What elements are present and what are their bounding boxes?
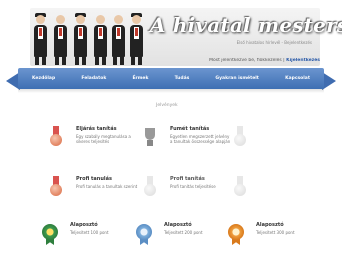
nav-item-knowledge[interactable]: Tudás [175, 76, 190, 81]
badge-desc: Egyetlen megszerzett jelvény a tanultak … [170, 134, 231, 144]
badge-name: Alaposztó [70, 222, 98, 228]
header-figures-illustration [32, 10, 147, 65]
badge-name: Fumét tanítás [170, 126, 210, 132]
ribbon-shadow [18, 89, 324, 93]
site-title: A hivatal mesters [150, 13, 342, 37]
locked-medal-icon [232, 126, 248, 150]
badge-name: Profi tanítás [170, 176, 205, 182]
nav-item-tasks[interactable]: Feladatok [81, 76, 106, 81]
login-text: Most jelentkezve be, fiókkezelés | [209, 58, 285, 63]
ribbon-right-tail [322, 72, 336, 90]
nav-item-home[interactable]: Kezdőlap [32, 76, 55, 81]
header-tagline: Első hivatalos hírlevél - Bejelentkezés [236, 40, 312, 45]
badge-desc: Teljesített 100 pont [70, 230, 109, 235]
medal-icon [48, 126, 64, 150]
badge-desc: Profi tanítás teljesítése [170, 184, 216, 189]
logout-link[interactable]: Kijelentkezés [286, 58, 320, 63]
locked-medal-icon [232, 176, 248, 200]
nav-item-badges[interactable]: Érmek [132, 76, 148, 81]
trophy-icon [142, 126, 158, 150]
login-status: Most jelentkezve be, fiókkezelés | Kijel… [168, 58, 320, 63]
badge-name: Alaposztó [256, 222, 284, 228]
nav-item-contact[interactable]: Kapcsolat [285, 76, 310, 81]
locked-medal-icon [142, 176, 158, 200]
green-rosette-icon [42, 222, 58, 246]
nav-item-faq[interactable]: Gyakran ismételt [215, 76, 259, 81]
badge-desc: Teljesített 300 pont [256, 230, 295, 235]
orange-rosette-icon [228, 222, 244, 246]
section-title: Jelvények [156, 103, 178, 108]
badge-desc: Egy szabály megtanulása a sikeres teljes… [76, 134, 131, 144]
badge-desc: Profi tanulás a tanultak szerint [76, 184, 138, 189]
badge-name: Eljárás tanítás [76, 126, 117, 132]
badge-name: Alaposztó [164, 222, 192, 228]
main-nav: Kezdőlap Feladatok Érmek Tudás Gyakran i… [18, 68, 324, 89]
badge-desc: Teljesített 200 pont [164, 230, 203, 235]
blue-rosette-icon [136, 222, 152, 246]
badge-name: Profi tanulás [76, 176, 112, 182]
medal-icon [48, 176, 64, 200]
